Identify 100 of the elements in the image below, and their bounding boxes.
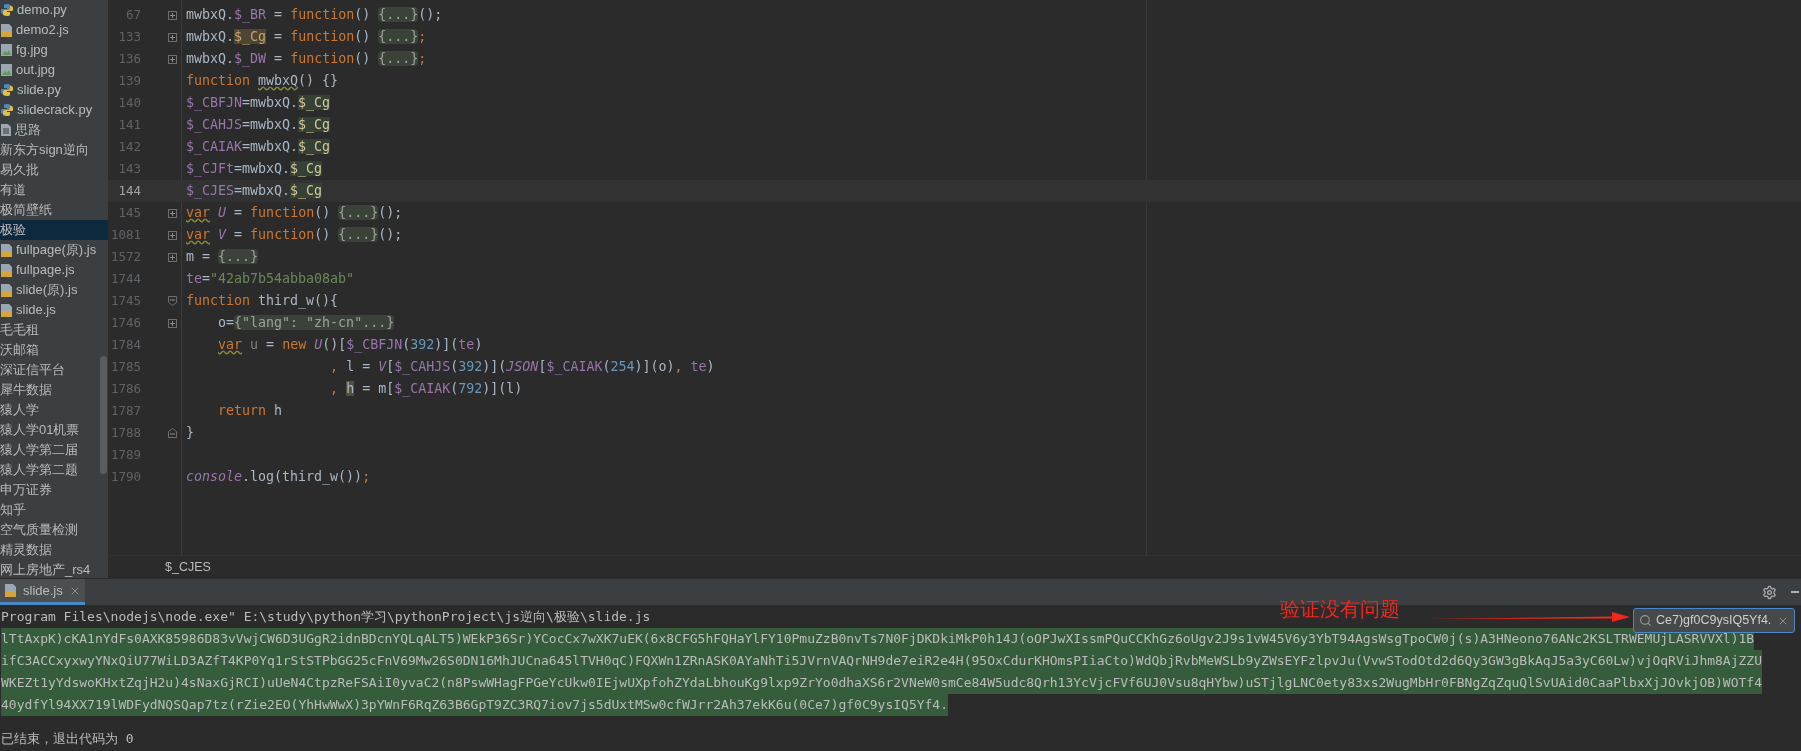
code-token: )]( <box>434 337 459 353</box>
code-token: {...} <box>218 249 259 265</box>
code-token: {"lang": "zh-cn"...} <box>234 315 395 331</box>
folder-item[interactable]: 猿人学01机票 <box>0 420 108 440</box>
code-token: var <box>186 227 211 243</box>
file-item[interactable]: slide.py <box>0 80 108 100</box>
code-token: ) <box>706 359 715 375</box>
line-number: 1786 <box>109 379 141 398</box>
scrollbar-thumb[interactable] <box>100 356 107 474</box>
code-token: l = <box>346 359 372 375</box>
code-token: V <box>217 227 227 243</box>
code-token: () <box>314 227 332 243</box>
file-item[interactable]: slide.js <box>0 300 108 320</box>
code-token: $_CJES <box>186 183 235 199</box>
file-item[interactable]: fullpage(原).js <box>0 240 108 260</box>
code-token: , <box>329 359 340 375</box>
code-token: (); <box>378 205 403 221</box>
expand-fold-icon[interactable] <box>168 318 177 328</box>
code-token: [ <box>386 359 395 375</box>
console-exit-message: 已结束，退出代码为 0 <box>1 730 135 748</box>
folder-item[interactable]: 猿人学第二题 <box>0 460 108 480</box>
code-token: =mwbxQ. <box>242 117 299 133</box>
code-token: {...} <box>378 7 419 23</box>
code-token: $_Cg <box>234 29 267 45</box>
image-file-icon <box>0 63 13 77</box>
code-token: $_Cg <box>298 117 331 133</box>
code-token: $_CAHJS <box>394 359 451 375</box>
code-token: new <box>282 337 308 353</box>
file-item[interactable]: fg.jpg <box>0 40 108 60</box>
folder-item[interactable]: 知乎 <box>0 500 108 520</box>
collapse-fold-icon[interactable] <box>168 428 177 438</box>
line-number: 1572 <box>109 247 141 266</box>
code-token: )](o) <box>634 359 675 375</box>
code-token: {...} <box>338 227 379 243</box>
file-item[interactable]: fullpage.js <box>0 260 108 280</box>
line-number: 142 <box>117 137 141 156</box>
collapse-fold-icon[interactable] <box>168 296 177 306</box>
code-token: 254 <box>610 359 635 375</box>
code-token: function <box>290 29 355 45</box>
search-field[interactable]: Ce7)gf0C9ysIQ5Yf4. <box>1633 608 1795 633</box>
code-token: )](l) <box>482 381 523 397</box>
code-token: $_DW <box>234 51 267 67</box>
folder-item[interactable]: 易久批 <box>0 160 108 180</box>
folder-item[interactable]: 空气质量检测 <box>0 520 108 540</box>
folder-item[interactable]: 申万证券 <box>0 480 108 500</box>
code-token: ; <box>418 51 427 67</box>
folder-item[interactable]: 新东方sign逆向 <box>0 140 108 160</box>
code-token: $_Cg <box>290 161 323 177</box>
expand-fold-icon[interactable] <box>168 54 177 64</box>
code-token: $_Cg <box>290 183 323 199</box>
line-number: 1745 <box>109 291 141 310</box>
settings-icon[interactable] <box>1762 584 1777 600</box>
code-token: =mwbxQ. <box>234 183 291 199</box>
code-token: , <box>329 381 340 397</box>
breadcrumb[interactable]: $_CJES <box>165 557 211 577</box>
code-token: te <box>186 271 202 287</box>
code-token: } <box>186 425 194 441</box>
code-token: mwbxQ. <box>186 7 235 23</box>
annotation-text: 验证没有问题 <box>1280 597 1400 622</box>
folder-item[interactable]: 极验 <box>0 220 108 240</box>
code-token: )]( <box>482 359 507 375</box>
line-number: 1784 <box>109 335 141 354</box>
expand-fold-icon[interactable] <box>168 32 177 42</box>
code-token: ) <box>474 337 483 353</box>
file-item[interactable]: slide(原).js <box>0 280 108 300</box>
folder-item[interactable]: 猿人学 <box>0 400 108 420</box>
folder-item[interactable]: 沃邮箱 <box>0 340 108 360</box>
folder-item[interactable]: 有道 <box>0 180 108 200</box>
expand-fold-icon[interactable] <box>168 252 177 262</box>
folder-item[interactable]: 毛毛租 <box>0 320 108 340</box>
code-token: ( <box>450 381 459 397</box>
file-item[interactable]: demo2.js <box>0 20 108 40</box>
folder-item[interactable]: 猿人学第二届 <box>0 440 108 460</box>
file-item[interactable]: 思路 <box>0 120 108 140</box>
code-token: =mwbxQ. <box>242 95 299 111</box>
folder-item[interactable]: 犀牛数据 <box>0 380 108 400</box>
folder-item[interactable]: 极简壁纸 <box>0 200 108 220</box>
expand-fold-icon[interactable] <box>168 10 177 20</box>
expand-fold-icon[interactable] <box>168 230 177 240</box>
run-tab[interactable]: slide.js <box>0 579 85 605</box>
line-number: 144 <box>117 181 141 200</box>
search-icon <box>1639 614 1652 627</box>
code-token: $_BR <box>234 7 267 23</box>
line-number: 145 <box>117 203 141 222</box>
expand-fold-icon[interactable] <box>168 208 177 218</box>
file-item[interactable]: out.jpg <box>0 60 108 80</box>
file-item[interactable]: slidecrack.py <box>0 100 108 120</box>
code-token: = <box>273 7 284 23</box>
code-token: $_Cg <box>298 95 331 111</box>
code-token: $_CAIAK <box>546 359 603 375</box>
js-file-icon <box>4 583 17 598</box>
folder-item[interactable]: 精灵数据 <box>0 540 108 560</box>
code-token: o= <box>217 315 235 331</box>
folder-item[interactable]: 深证信平台 <box>0 360 108 380</box>
code-token: te <box>458 337 475 353</box>
folder-item[interactable]: 网上房地产_rs4 <box>0 560 108 578</box>
code-token: te <box>690 359 707 375</box>
file-item[interactable]: demo.py <box>0 0 108 20</box>
code-token: 792 <box>458 381 483 397</box>
code-token: function <box>290 51 355 67</box>
